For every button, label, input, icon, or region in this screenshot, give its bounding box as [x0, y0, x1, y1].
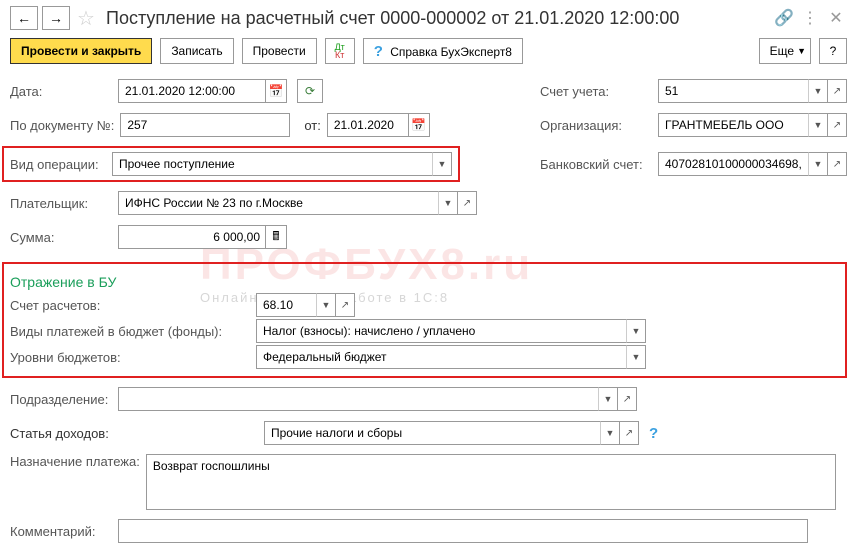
help-button[interactable]: ?	[819, 38, 847, 64]
org-input[interactable]	[658, 113, 808, 137]
favorite-star-icon[interactable]: ☆	[74, 6, 98, 30]
payer-open-icon[interactable]: ↗	[457, 191, 477, 215]
dtkt-button[interactable]: ДтКт	[325, 38, 355, 64]
account-label: Счет учета:	[540, 84, 652, 99]
docdate-input[interactable]	[327, 113, 409, 137]
account-input[interactable]	[658, 79, 808, 103]
paytype-label: Виды платежей в бюджет (фонды):	[10, 324, 250, 339]
org-dropdown[interactable]: ▼	[808, 113, 828, 137]
account-open-icon[interactable]: ↗	[827, 79, 847, 103]
settl-dropdown[interactable]: ▼	[316, 293, 336, 317]
calendar-icon[interactable]: 📅	[265, 79, 287, 103]
page-title: Поступление на расчетный счет 0000-00000…	[102, 8, 769, 29]
settl-label: Счет расчетов:	[10, 298, 250, 313]
paytype-input[interactable]	[256, 319, 626, 343]
close-icon[interactable]: ✕	[825, 7, 847, 29]
division-input[interactable]	[118, 387, 598, 411]
calendar-icon[interactable]: 📅	[408, 113, 430, 137]
more-button[interactable]: Еще ▼	[759, 38, 811, 64]
sum-label: Сумма:	[10, 230, 112, 245]
settl-input[interactable]	[256, 293, 316, 317]
budget-dropdown[interactable]: ▼	[626, 345, 646, 369]
paytype-dropdown[interactable]: ▼	[626, 319, 646, 343]
help-icon[interactable]: ?	[649, 425, 658, 442]
help-reference-label: Справка БухЭксперт8	[390, 45, 512, 59]
income-label: Статья доходов:	[10, 426, 258, 441]
help-reference-button[interactable]: ? Справка БухЭксперт8	[363, 38, 523, 64]
bankacc-label: Банковский счет:	[540, 157, 652, 172]
accounting-section: Отражение в БУ Счет расчетов: ▼ ↗ Виды п…	[2, 262, 847, 378]
calculator-icon[interactable]: 🖩	[265, 225, 287, 249]
more-label: Еще	[770, 44, 794, 58]
dtkt-icon: ДтКт	[335, 43, 345, 59]
form: Дата: 📅 ⟳ Счет учета: ▼ ↗ По документу №…	[10, 78, 847, 544]
sum-input[interactable]	[118, 225, 266, 249]
budget-label: Уровни бюджетов:	[10, 350, 250, 365]
toolbar: Провести и закрыть Записать Провести ДтК…	[10, 38, 847, 64]
bankacc-input[interactable]	[658, 152, 808, 176]
nav-forward-button[interactable]: →	[42, 6, 70, 30]
docnum-input[interactable]	[120, 113, 290, 137]
bankacc-dropdown[interactable]: ▼	[808, 152, 828, 176]
purpose-textarea[interactable]	[146, 454, 836, 510]
division-label: Подразделение:	[10, 392, 112, 407]
refresh-icon[interactable]: ⟳	[297, 79, 323, 103]
payer-dropdown[interactable]: ▼	[438, 191, 458, 215]
bu-section-title: Отражение в БУ	[10, 274, 839, 290]
docdate-label: от:	[304, 118, 321, 133]
org-label: Организация:	[540, 118, 652, 133]
post-button[interactable]: Провести	[242, 38, 317, 64]
org-open-icon[interactable]: ↗	[827, 113, 847, 137]
purpose-label: Назначение платежа:	[10, 454, 140, 469]
post-and-close-button[interactable]: Провести и закрыть	[10, 38, 152, 64]
help-icon: ?	[374, 43, 383, 60]
optype-input[interactable]	[112, 152, 432, 176]
header-bar: ← → ☆ Поступление на расчетный счет 0000…	[10, 6, 847, 30]
payer-input[interactable]	[118, 191, 438, 215]
income-dropdown[interactable]: ▼	[600, 421, 620, 445]
income-input[interactable]	[264, 421, 600, 445]
nav-back-button[interactable]: ←	[10, 6, 38, 30]
comment-input[interactable]	[118, 519, 808, 543]
optype-dropdown[interactable]: ▼	[432, 152, 452, 176]
chevron-down-icon: ▼	[797, 46, 806, 56]
optype-label: Вид операции:	[10, 157, 106, 172]
link-icon[interactable]: 🔗	[773, 7, 795, 29]
bankacc-open-icon[interactable]: ↗	[827, 152, 847, 176]
settl-open-icon[interactable]: ↗	[335, 293, 355, 317]
income-open-icon[interactable]: ↗	[619, 421, 639, 445]
date-label: Дата:	[10, 84, 112, 99]
payer-label: Плательщик:	[10, 196, 112, 211]
account-dropdown[interactable]: ▼	[808, 79, 828, 103]
write-button[interactable]: Записать	[160, 38, 233, 64]
comment-label: Комментарий:	[10, 524, 112, 539]
budget-input[interactable]	[256, 345, 626, 369]
division-dropdown[interactable]: ▼	[598, 387, 618, 411]
kebab-menu-icon[interactable]: ⋮	[799, 7, 821, 29]
date-input[interactable]	[118, 79, 266, 103]
division-open-icon[interactable]: ↗	[617, 387, 637, 411]
docnum-label: По документу №:	[10, 118, 114, 133]
